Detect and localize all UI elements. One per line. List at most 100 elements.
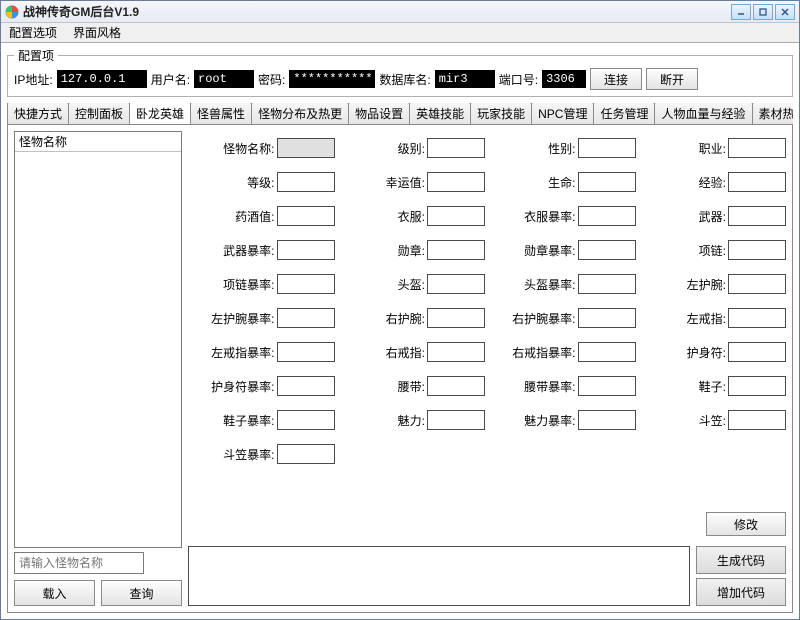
field-input[interactable] (427, 274, 485, 294)
field-input[interactable] (578, 274, 636, 294)
field-r3c2: 勋章暴率: (489, 233, 636, 267)
monster-list-header[interactable]: 怪物名称 (15, 132, 181, 152)
tab-0[interactable]: 快捷方式 (7, 103, 69, 124)
field-label: 左护腕暴率: (211, 310, 274, 327)
field-input[interactable] (728, 308, 786, 328)
field-input[interactable] (728, 206, 786, 226)
gencode-button[interactable]: 生成代码 (696, 546, 786, 574)
monster-search-input[interactable] (14, 552, 144, 574)
field-input[interactable] (728, 172, 786, 192)
menu-item-0[interactable]: 配置选项 (1, 23, 65, 42)
port-input[interactable] (542, 70, 586, 88)
tab-6[interactable]: 英雄技能 (409, 103, 471, 124)
field-r7c3: 鞋子: (640, 369, 787, 403)
field-input[interactable] (578, 376, 636, 396)
tab-8[interactable]: NPC管理 (531, 103, 594, 124)
field-label: 斗笠: (699, 412, 726, 429)
monster-list[interactable]: 怪物名称 (14, 131, 182, 548)
field-label: 魅力暴率: (524, 412, 575, 429)
field-input[interactable] (427, 172, 485, 192)
field-label: 护身符: (687, 344, 726, 361)
query-button[interactable]: 查询 (101, 580, 182, 606)
config-panel: 配置项 IP地址: 用户名: 密码: 数据库名: 端口号: 连接 断开 (7, 47, 793, 97)
field-label: 右护腕暴率: (512, 310, 575, 327)
code-textarea[interactable] (188, 546, 690, 606)
field-input[interactable] (427, 308, 485, 328)
field-input[interactable] (277, 206, 335, 226)
load-button[interactable]: 载入 (14, 580, 95, 606)
field-input[interactable] (728, 274, 786, 294)
field-input[interactable] (578, 172, 636, 192)
tab-1[interactable]: 控制面板 (68, 103, 130, 124)
field-input[interactable] (277, 410, 335, 430)
field-r9c3 (640, 437, 787, 471)
tab-strip: 快捷方式控制面板卧龙英雄怪兽属性怪物分布及热更物品设置英雄技能玩家技能NPC管理… (7, 103, 793, 125)
field-label: 左戒指暴率: (211, 344, 274, 361)
field-input[interactable] (427, 410, 485, 430)
password-label: 密码: (258, 71, 285, 88)
field-input[interactable] (578, 308, 636, 328)
field-input[interactable] (277, 274, 335, 294)
tab-11[interactable]: 素材热更 (752, 103, 794, 124)
field-input[interactable] (277, 240, 335, 260)
field-r1c3: 经验: (640, 165, 787, 199)
field-input[interactable] (578, 138, 636, 158)
field-r2c1: 衣服: (339, 199, 486, 233)
user-input[interactable] (194, 70, 254, 88)
field-label: 右戒指: (386, 344, 425, 361)
field-r0c0: 怪物名称: (188, 131, 335, 165)
field-r0c2: 性别: (489, 131, 636, 165)
field-input[interactable] (427, 206, 485, 226)
field-r6c2: 右戒指暴率: (489, 335, 636, 369)
ip-input[interactable] (57, 70, 147, 88)
field-input[interactable] (427, 138, 485, 158)
field-input[interactable] (277, 342, 335, 362)
field-input[interactable] (728, 138, 786, 158)
field-label: 护身符暴率: (211, 378, 274, 395)
field-input[interactable] (728, 342, 786, 362)
tab-4[interactable]: 怪物分布及热更 (251, 103, 349, 124)
title-bar: 战神传奇GM后台V1.9 (1, 1, 799, 23)
menu-item-1[interactable]: 界面风格 (65, 23, 129, 42)
minimize-button[interactable] (731, 4, 751, 20)
field-input[interactable] (728, 410, 786, 430)
field-input[interactable] (277, 138, 335, 158)
field-input[interactable] (578, 410, 636, 430)
maximize-button[interactable] (753, 4, 773, 20)
field-input[interactable] (277, 172, 335, 192)
field-input[interactable] (427, 240, 485, 260)
field-r2c0: 药酒值: (188, 199, 335, 233)
tab-10[interactable]: 人物血量与经验 (654, 103, 752, 124)
tab-5[interactable]: 物品设置 (348, 103, 410, 124)
field-r7c1: 腰带: (339, 369, 486, 403)
field-input[interactable] (427, 342, 485, 362)
field-input[interactable] (277, 308, 335, 328)
field-input[interactable] (277, 376, 335, 396)
field-label: 左戒指: (687, 310, 726, 327)
field-input[interactable] (728, 240, 786, 260)
field-input[interactable] (578, 206, 636, 226)
field-input[interactable] (578, 342, 636, 362)
field-input[interactable] (427, 376, 485, 396)
disconnect-button[interactable]: 断开 (646, 68, 698, 90)
close-button[interactable] (775, 4, 795, 20)
field-r3c0: 武器暴率: (188, 233, 335, 267)
tab-page: 怪物名称 载入 查询 怪物名称:级别:性别:职业:等级:幸运值:生命:经验:药酒… (7, 125, 793, 613)
addcode-button[interactable]: 增加代码 (696, 578, 786, 606)
tab-2[interactable]: 卧龙英雄 (129, 103, 191, 124)
connect-button[interactable]: 连接 (590, 68, 642, 90)
tab-9[interactable]: 任务管理 (593, 103, 655, 124)
password-input[interactable] (289, 70, 375, 88)
field-input[interactable] (728, 376, 786, 396)
field-label: 等级: (247, 174, 274, 191)
db-input[interactable] (435, 70, 495, 88)
tab-3[interactable]: 怪兽属性 (190, 103, 252, 124)
field-label: 武器暴率: (223, 242, 274, 259)
field-label: 衣服: (398, 208, 425, 225)
field-r7c2: 腰带暴率: (489, 369, 636, 403)
field-input[interactable] (578, 240, 636, 260)
tab-7[interactable]: 玩家技能 (470, 103, 532, 124)
modify-button[interactable]: 修改 (706, 512, 786, 536)
field-input[interactable] (277, 444, 335, 464)
field-r1c2: 生命: (489, 165, 636, 199)
